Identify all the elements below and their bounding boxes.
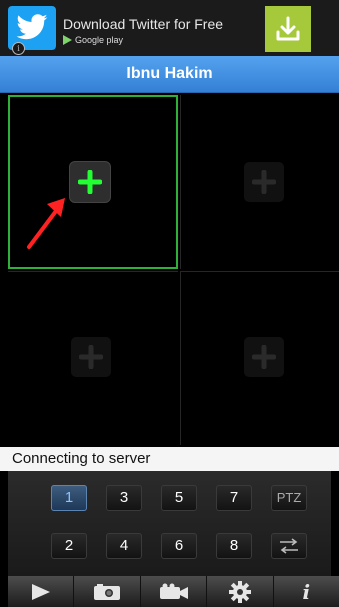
bottom-toolbar: i <box>8 576 339 607</box>
download-icon <box>276 16 300 41</box>
video-record-icon <box>159 583 188 599</box>
channel-panel: 1 3 5 7 PTZ 2 4 6 8 <box>8 471 331 576</box>
video-grid <box>8 95 339 445</box>
channel-button-1[interactable]: 1 <box>51 485 87 511</box>
settings-button[interactable] <box>207 576 274 607</box>
channel-button-8[interactable]: 8 <box>216 533 252 559</box>
google-play-badge: Google play <box>63 35 123 45</box>
google-play-icon <box>63 35 72 45</box>
channel-button-5[interactable]: 5 <box>161 485 197 511</box>
play-icon <box>31 583 50 600</box>
record-button[interactable] <box>141 576 208 607</box>
plus-icon <box>79 345 103 369</box>
video-cell-2[interactable] <box>180 95 339 269</box>
video-cell-3[interactable] <box>8 271 178 445</box>
settings-gear-icon <box>228 580 251 603</box>
channel-button-6[interactable]: 6 <box>161 533 197 559</box>
info-icon: i <box>302 579 311 604</box>
title-bar: Ibnu Hakim <box>0 56 339 93</box>
ptz-button[interactable]: PTZ <box>271 485 307 511</box>
video-cell-4[interactable] <box>180 271 339 445</box>
switch-button[interactable] <box>271 533 307 559</box>
channel-button-7[interactable]: 7 <box>216 485 252 511</box>
add-camera-button[interactable] <box>70 162 110 202</box>
swap-arrows-icon <box>280 538 298 554</box>
ad-info-icon[interactable]: i <box>12 42 25 55</box>
camera-icon <box>94 583 121 600</box>
video-cell-1[interactable] <box>8 95 178 269</box>
ad-subtitle: Google play <box>75 35 124 45</box>
snapshot-button[interactable] <box>74 576 141 607</box>
add-camera-button[interactable] <box>71 337 111 377</box>
channel-button-4[interactable]: 4 <box>106 533 142 559</box>
page-title: Ibnu Hakim <box>126 65 213 82</box>
channel-button-2[interactable]: 2 <box>51 533 87 559</box>
plus-icon <box>252 170 276 194</box>
ad-banner[interactable]: i Download Twitter for Free Google play <box>0 0 339 56</box>
add-camera-button[interactable] <box>244 162 284 202</box>
info-button[interactable]: i <box>274 576 339 607</box>
plus-icon <box>78 170 102 194</box>
plus-icon <box>252 345 276 369</box>
red-arrow-annotation <box>27 198 65 249</box>
status-bar: Connecting to server <box>0 447 339 471</box>
download-button[interactable] <box>265 6 311 52</box>
add-camera-button[interactable] <box>244 337 284 377</box>
channel-button-3[interactable]: 3 <box>106 485 142 511</box>
ad-title: Download Twitter for Free <box>63 16 224 32</box>
play-button[interactable] <box>8 576 75 607</box>
status-text: Connecting to server <box>12 450 151 467</box>
